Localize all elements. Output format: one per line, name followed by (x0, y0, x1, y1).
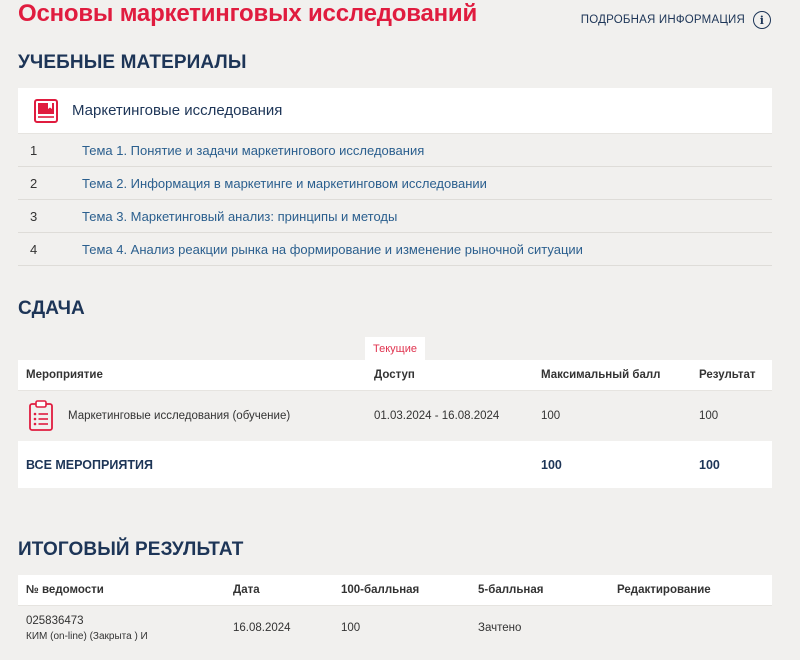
final-table: № ведомости Дата 100-балльная 5-балльная… (18, 575, 772, 650)
final-table-header: № ведомости Дата 100-балльная 5-балльная… (18, 575, 772, 606)
info-circle-icon[interactable]: i (753, 11, 771, 29)
header-score5: 5-балльная (478, 584, 544, 596)
table-row[interactable]: 025836473 КИМ (on-line) (Закрыта ) И 16.… (18, 606, 772, 650)
header-number: № ведомости (26, 584, 104, 596)
topic-link-1[interactable]: Тема 1. Понятие и задачи маркетингового … (82, 143, 424, 158)
event-max-score: 100 (541, 410, 561, 422)
course-header[interactable]: Маркетинговые исследования (18, 88, 772, 134)
clipboard-icon (29, 400, 53, 431)
more-info-link[interactable]: ПОДРОБНАЯ ИНФОРМАЦИЯ i (581, 11, 771, 29)
total-label[interactable]: ВСЕ МЕРОПРИЯТИЯ (18, 458, 541, 472)
topic-row: 4 Тема 4. Анализ реакции рынка на формир… (18, 233, 772, 266)
header-max-score: Максимальный балл (541, 369, 661, 381)
topic-number: 4 (30, 241, 38, 257)
record-number: 025836473 (26, 614, 84, 627)
table-row[interactable]: Маркетинговые исследования (обучение) 01… (18, 391, 772, 441)
final-section-title: ИТОГОВЫЙ РЕЗУЛЬТАТ (18, 539, 244, 560)
event-cell: Маркетинговые исследования (обучение) (18, 400, 374, 432)
header-score100: 100-балльная (341, 584, 420, 596)
header-edit: Редактирование (617, 584, 711, 596)
topic-number: 3 (30, 208, 38, 224)
event-access: 01.03.2024 - 16.08.2024 (374, 410, 500, 422)
topic-link-4[interactable]: Тема 4. Анализ реакции рынка на формиров… (82, 242, 583, 257)
record-note: КИМ (on-line) (Закрыта ) И (26, 630, 148, 642)
book-icon (34, 98, 58, 123)
course-name[interactable]: Маркетинговые исследования (72, 102, 282, 119)
topic-number: 1 (30, 142, 38, 158)
event-name[interactable]: Маркетинговые исследования (обучение) (68, 410, 290, 422)
topic-row: 3 Тема 3. Маркетинговый анализ: принципы… (18, 200, 772, 233)
topic-row: 2 Тема 2. Информация в маркетинге и марк… (18, 167, 772, 200)
header-event: Мероприятие (26, 369, 103, 381)
event-result: 100 (699, 410, 719, 422)
record-date: 16.08.2024 (233, 622, 291, 634)
topic-number: 2 (30, 175, 38, 191)
record-score100: 100 (341, 622, 361, 634)
record-cell: 025836473 КИМ (on-line) (Закрыта ) И (18, 615, 233, 642)
submission-section-title: СДАЧА (18, 298, 85, 319)
tab-current[interactable]: Текущие (365, 337, 425, 360)
materials-card: Маркетинговые исследования 1 Тема 1. Пон… (18, 88, 772, 266)
topic-link-3[interactable]: Тема 3. Маркетинговый анализ: принципы и… (82, 209, 397, 224)
header-result: Результат (699, 369, 756, 381)
page-title: Основы маркетинговых исследований (18, 0, 477, 27)
submission-table: Мероприятие Доступ Максимальный балл Рез… (18, 360, 772, 488)
header-date: Дата (233, 584, 260, 596)
materials-section-title: УЧЕБНЫЕ МАТЕРИАЛЫ (18, 52, 247, 73)
record-score5: Зачтено (478, 622, 522, 634)
total-result: 100 (699, 457, 720, 472)
total-max-score: 100 (541, 457, 562, 472)
total-row: ВСЕ МЕРОПРИЯТИЯ 100 100 (18, 441, 772, 488)
topic-link-2[interactable]: Тема 2. Информация в маркетинге и маркет… (82, 176, 487, 191)
header-access: Доступ (374, 369, 415, 381)
submission-table-header: Мероприятие Доступ Максимальный балл Рез… (18, 360, 772, 391)
more-info-label: ПОДРОБНАЯ ИНФОРМАЦИЯ (580, 14, 745, 26)
topic-row: 1 Тема 1. Понятие и задачи маркетинговог… (18, 134, 772, 167)
